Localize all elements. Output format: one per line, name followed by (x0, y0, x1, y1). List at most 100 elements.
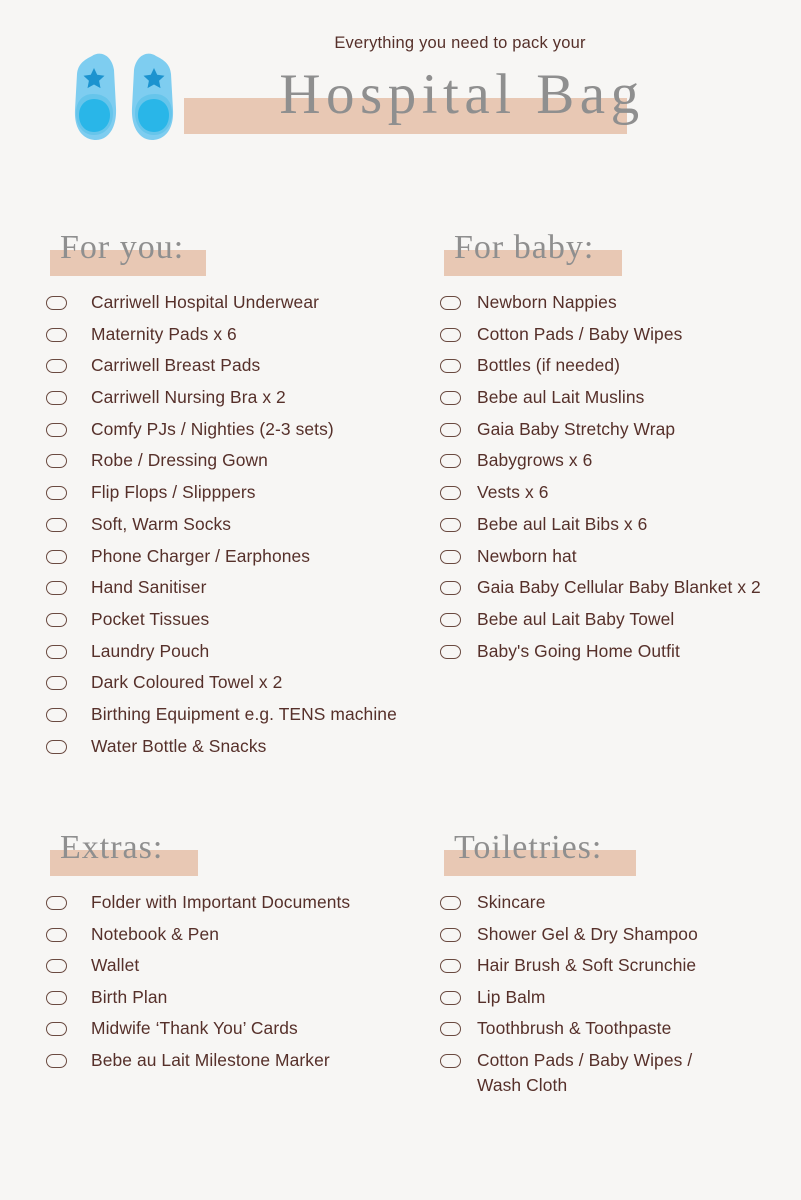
list-item-label: Wallet (91, 955, 140, 975)
list-item[interactable]: Carriwell Nursing Bra x 2 (46, 385, 436, 411)
list-item[interactable]: Water Bottle & Snacks (46, 734, 436, 760)
list-item-label: Gaia Baby Stretchy Wrap (477, 418, 676, 439)
checkbox-icon[interactable] (440, 1053, 461, 1068)
checkbox-icon[interactable] (46, 1022, 67, 1036)
list-item-label: Robe / Dressing Gown (91, 450, 268, 471)
checkbox-icon[interactable] (46, 391, 67, 406)
list-item-label: Soft, Warm Socks (91, 513, 232, 534)
list-item[interactable]: Gaia Baby Cellular Baby Blanket x 2 (440, 575, 800, 601)
checkbox-icon[interactable] (440, 391, 461, 406)
checkbox-icon[interactable] (440, 1022, 461, 1036)
checkbox-icon[interactable] (46, 927, 67, 942)
list-item[interactable]: Hair Brush & Soft Scrunchie (440, 953, 800, 979)
list-item[interactable]: Notebook & Pen (46, 922, 436, 948)
section-title: For you: (60, 229, 185, 266)
list-item[interactable]: Hand Sanitiser (46, 575, 436, 601)
checkbox-icon[interactable] (440, 581, 461, 596)
list-item-label: Folder with Important Documents (91, 892, 351, 912)
checkbox-icon[interactable] (440, 327, 461, 342)
list-item[interactable]: Birth Plan (46, 985, 436, 1011)
list-item-label: Cotton Pads / Baby Wipes / Wash Cloth (477, 1049, 693, 1096)
checkbox-icon[interactable] (46, 896, 67, 910)
checkbox-icon[interactable] (440, 517, 461, 532)
list-item[interactable]: Carriwell Hospital Underwear (46, 290, 436, 316)
list-item[interactable]: Bebe aul Lait Bibs x 6 (440, 512, 800, 538)
list-item[interactable]: Skincare (440, 890, 800, 916)
checkbox-icon[interactable] (46, 549, 67, 564)
section-for-baby: For baby: Newborn Nappies Cotton Pads / … (440, 222, 800, 670)
list-item[interactable]: Vests x 6 (440, 480, 800, 506)
list-item-label: Bottles (if needed) (477, 355, 621, 376)
list-item[interactable]: Robe / Dressing Gown (46, 448, 436, 474)
list-item[interactable]: Newborn hat (440, 544, 800, 570)
section-for-you: For you: Carriwell Hospital Underwear Ma… (46, 222, 436, 765)
checkbox-icon[interactable] (46, 454, 67, 469)
list-item[interactable]: Cotton Pads / Baby Wipes (440, 322, 800, 348)
list-item[interactable]: Birthing Equipment e.g. TENS machine (46, 702, 436, 728)
list-item[interactable]: Newborn Nappies (440, 290, 800, 316)
list-item[interactable]: Phone Charger / Earphones (46, 544, 436, 570)
checkbox-icon[interactable] (46, 644, 67, 659)
list-item[interactable]: Midwife ‘Thank You’ Cards (46, 1016, 436, 1042)
checkbox-icon[interactable] (440, 359, 461, 374)
checkbox-icon[interactable] (440, 990, 461, 1005)
list-item[interactable]: Lip Balm (440, 985, 800, 1011)
checkbox-icon[interactable] (440, 612, 461, 627)
checkbox-icon[interactable] (440, 549, 461, 564)
checkbox-icon[interactable] (46, 581, 67, 596)
checkbox-icon[interactable] (440, 927, 461, 942)
list-item[interactable]: Wallet (46, 953, 436, 979)
checkbox-icon[interactable] (440, 422, 461, 437)
list-item[interactable]: Flip Flops / Slipppers (46, 480, 436, 506)
list-item[interactable]: Toothbrush & Toothpaste (440, 1016, 800, 1042)
list-item[interactable]: Laundry Pouch (46, 639, 436, 665)
list-item[interactable]: Bebe aul Lait Baby Towel (440, 607, 800, 633)
checkbox-icon[interactable] (440, 454, 461, 469)
checkbox-icon[interactable] (440, 896, 461, 910)
checkbox-icon[interactable] (46, 327, 67, 342)
list-item[interactable]: Maternity Pads x 6 (46, 322, 436, 348)
checkbox-icon[interactable] (440, 644, 461, 659)
list-item-label: Birthing Equipment e.g. TENS machine (91, 703, 397, 724)
list-item[interactable]: Cotton Pads / Baby Wipes / Wash Cloth (440, 1048, 800, 1099)
list-item[interactable]: Baby's Going Home Outfit (440, 639, 800, 665)
list-item-label: Carriwell Nursing Bra x 2 (91, 387, 286, 408)
list-item[interactable]: Pocket Tissues (46, 607, 436, 633)
checkbox-icon[interactable] (46, 359, 67, 374)
list-item[interactable]: Bottles (if needed) (440, 353, 800, 379)
checkbox-icon[interactable] (440, 959, 461, 973)
list-item-label: Notebook & Pen (91, 923, 220, 944)
list-item[interactable]: Babygrows x 6 (440, 448, 800, 474)
checkbox-icon[interactable] (46, 676, 67, 691)
checkbox-icon[interactable] (46, 959, 67, 973)
checkbox-icon[interactable] (46, 707, 67, 722)
checkbox-icon[interactable] (46, 486, 67, 501)
list-item[interactable]: Dark Coloured Towel x 2 (46, 670, 436, 696)
list-item-label: Shower Gel & Dry Shampoo (477, 923, 698, 944)
checkbox-icon[interactable] (46, 990, 67, 1005)
list-item[interactable]: Soft, Warm Socks (46, 512, 436, 538)
checkbox-icon[interactable] (46, 422, 67, 437)
list-item[interactable]: Folder with Important Documents (46, 890, 436, 916)
section-header-for-you: For you: (46, 222, 436, 280)
checkbox-icon[interactable] (440, 296, 461, 310)
list-item[interactable]: Shower Gel & Dry Shampoo (440, 922, 800, 948)
list-item-label: Hand Sanitiser (91, 577, 207, 598)
checkbox-icon[interactable] (440, 486, 461, 501)
list-item[interactable]: Bebe au Lait Milestone Marker (46, 1048, 436, 1074)
checkbox-icon[interactable] (46, 296, 67, 310)
checkbox-icon[interactable] (46, 612, 67, 627)
checkbox-icon[interactable] (46, 517, 67, 532)
list-item[interactable]: Carriwell Breast Pads (46, 353, 436, 379)
list-item[interactable]: Bebe aul Lait Muslins (440, 385, 800, 411)
checkbox-icon[interactable] (46, 1053, 67, 1068)
list-item-label: Midwife ‘Thank You’ Cards (91, 1018, 298, 1038)
list-item[interactable]: Comfy PJs / Nighties (2-3 sets) (46, 417, 436, 443)
list-item[interactable]: Gaia Baby Stretchy Wrap (440, 417, 800, 443)
checkbox-icon[interactable] (46, 739, 67, 754)
list-item-label: Birth Plan (91, 986, 168, 1007)
section-header-toiletries: Toiletries: (440, 822, 800, 880)
section-header-extras: Extras: (46, 822, 436, 880)
checklist-extras: Folder with Important Documents Notebook… (46, 890, 436, 1073)
section-header-for-baby: For baby: (440, 222, 800, 280)
